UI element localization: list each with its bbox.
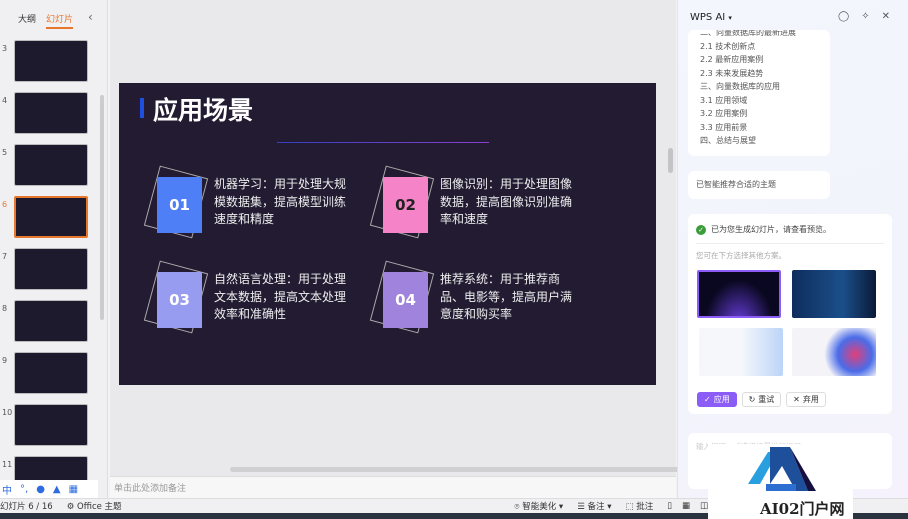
outline-entry: 2.1 技术创新点 [700,41,756,51]
slide-thumbnail[interactable]: 3 [0,40,100,86]
slide-thumbnail[interactable]: 7 [0,248,100,294]
normal-view-icon[interactable]: ▯ [667,501,672,511]
chat-icon[interactable]: ◯ [838,11,849,22]
done-message: 已为您生成幻灯片，请查看预览。 [711,225,831,234]
slide-thumbnail-image[interactable] [14,404,88,446]
outline-entry: 2.3 未来发展趋势 [700,68,764,78]
item-number-badge: 03 [157,272,202,328]
outline-entry: 3.1 应用领域 [700,95,748,105]
theme-icon: ⚙ [66,502,75,512]
logo-icon [748,447,816,491]
item-number-badge: 04 [383,272,428,328]
slide-number: 6 [2,200,8,209]
user-icon[interactable]: ▲ [53,484,61,495]
theme-card: 已智能推荐合适的主题 [688,171,830,199]
template-option-3[interactable] [699,328,783,376]
ai-title[interactable]: WPS AI [690,12,725,23]
outline-entry: 二、向量数据库的最新进展 [700,30,796,37]
slides-panel: 大纲 幻灯片 ‹ 3 4 5 6 7 8 9 10 11 [0,0,108,498]
wps-ai-panel: WPS AI ▾ ◯ ✧ ✕ 二、向量数据库的最新进展 2.1 技术创新点 2.2 最新… [677,0,908,498]
slide-number: 7 [2,252,8,261]
item-description[interactable]: 机器学习：用于处理大规模数据集，提高模型训练速度和精度 [214,176,349,229]
chevron-down-icon[interactable]: ▾ [728,14,732,22]
microphone-icon[interactable]: ● [36,484,45,495]
slide-thumbnail[interactable]: 10 [0,404,100,450]
beautify-icon: ⌾ [514,502,520,512]
outline-entry: 四、总结与展望 [700,136,756,145]
scenario-item[interactable]: 04 推荐系统：用于推荐商品、电影等，提高用户满意度和购买率 [369,260,605,336]
outline-entry: 2.2 最新应用案例 [700,55,764,64]
slide-number: 4 [2,96,8,105]
tab-outline[interactable]: 大纲 [18,12,36,29]
vertical-scrollbar[interactable] [668,148,673,173]
beautify-button[interactable]: ⌾ 智能美化 ▾ [514,500,563,512]
pin-icon[interactable]: ✧ [861,11,869,22]
retry-button[interactable]: ↻ 重试 [741,392,782,407]
slide-counter: 幻灯片 6 / 16 [0,502,53,512]
slide-canvas: 应用场景 01 机器学习：用于处理大规模数据集，提高模型训练速度和精度 02 图像识别… [110,0,770,476]
chevron-left-icon[interactable]: ‹ [88,10,93,24]
slide-thumbnail-image[interactable] [14,92,88,134]
ime-mode-icon[interactable]: 中 [2,482,12,497]
slide-thumbnail-image[interactable] [14,248,88,290]
theme-name[interactable]: ⚙ Office 主题 [67,500,122,512]
slide-number: 3 [2,44,8,53]
tab-slides[interactable]: 幻灯片 [46,12,74,29]
slide-thumbnail-image[interactable] [14,300,88,342]
ime-toolbar: 中 °, ● ▲ ▦ [0,480,98,498]
punctuation-icon[interactable]: °, [20,484,28,495]
slide-thumbnail-image[interactable] [14,352,88,394]
grid-view-icon[interactable]: ▦ [682,501,690,511]
item-number-badge: 01 [157,177,202,233]
notes-input[interactable]: 单击此处添加备注 [110,476,676,498]
slide-title[interactable]: 应用场景 [153,91,253,127]
slide-thumbnail-image[interactable] [14,40,88,82]
outline-entry: 三、向量数据库的应用 [700,82,780,91]
close-icon[interactable]: ✕ [882,11,890,22]
apply-button[interactable]: ✓ 应用 [697,392,737,407]
notes-button[interactable]: ☰ 备注 ▾ [577,500,611,512]
slide-number: 11 [2,460,13,469]
outline-card: 二、向量数据库的最新进展 2.1 技术创新点 2.2 最新应用案例 2.3 未来发展趋… [688,30,830,156]
slide-number: 10 [2,408,13,417]
template-option-4[interactable] [792,328,876,376]
outline-entry: 3.2 应用案例 [700,109,748,118]
item-description[interactable]: 推荐系统：用于推荐商品、电影等，提高用户满意度和购买率 [440,271,575,324]
comments-button[interactable]: ⬚ 批注 [626,500,654,512]
result-card: ✓ 已为您生成幻灯片，请查看预览。 您可在下方选择其他方案。 ✓ 应用 ↻ 重试… [688,214,892,414]
template-option-2[interactable] [792,270,876,318]
scenario-item[interactable]: 02 图像识别：用于处理图像数据，提高图像识别准确率和速度 [369,165,605,241]
slide-thumbnail[interactable]: 8 [0,300,100,346]
scenario-item[interactable]: 03 自然语言处理：用于处理文本数据，提高文本处理效率和准确性 [143,260,379,336]
slide-thumbnail[interactable]: 9 [0,352,100,398]
item-description[interactable]: 图像识别：用于处理图像数据，提高图像识别准确率和速度 [440,176,575,229]
current-slide[interactable]: 应用场景 01 机器学习：用于处理大规模数据集，提高模型训练速度和精度 02 图像识别… [119,83,656,385]
slide-number: 9 [2,356,8,365]
slide-thumbnail-image[interactable] [14,144,88,186]
slide-thumbnail[interactable]: 6 [0,196,100,242]
item-description[interactable]: 自然语言处理：用于处理文本数据，提高文本处理效率和准确性 [214,271,349,324]
thumbnail-scrollbar[interactable] [100,95,104,320]
template-option-1[interactable] [697,270,781,318]
item-number-badge: 02 [383,177,428,233]
discard-button[interactable]: ✕ 弃用 [786,392,826,407]
slide-thumbnail[interactable]: 4 [0,92,100,138]
slide-number: 8 [2,304,8,313]
scenario-item[interactable]: 01 机器学习：用于处理大规模数据集，提高模型训练速度和精度 [143,165,379,241]
reading-view-icon[interactable]: ◫ [700,501,708,511]
check-circle-icon: ✓ [696,224,706,235]
outline-entry: 3.3 应用前景 [700,122,748,132]
watermark-logo: AI02门户网 [708,444,853,519]
title-divider [277,142,489,143]
title-accent-bar [140,98,144,118]
slide-number: 5 [2,148,8,157]
slide-thumbnail-image[interactable] [14,196,88,238]
slide-thumbnail[interactable]: 5 [0,144,100,190]
choose-message: 您可在下方选择其他方案。 [696,251,786,260]
apps-icon[interactable]: ▦ [69,484,78,495]
